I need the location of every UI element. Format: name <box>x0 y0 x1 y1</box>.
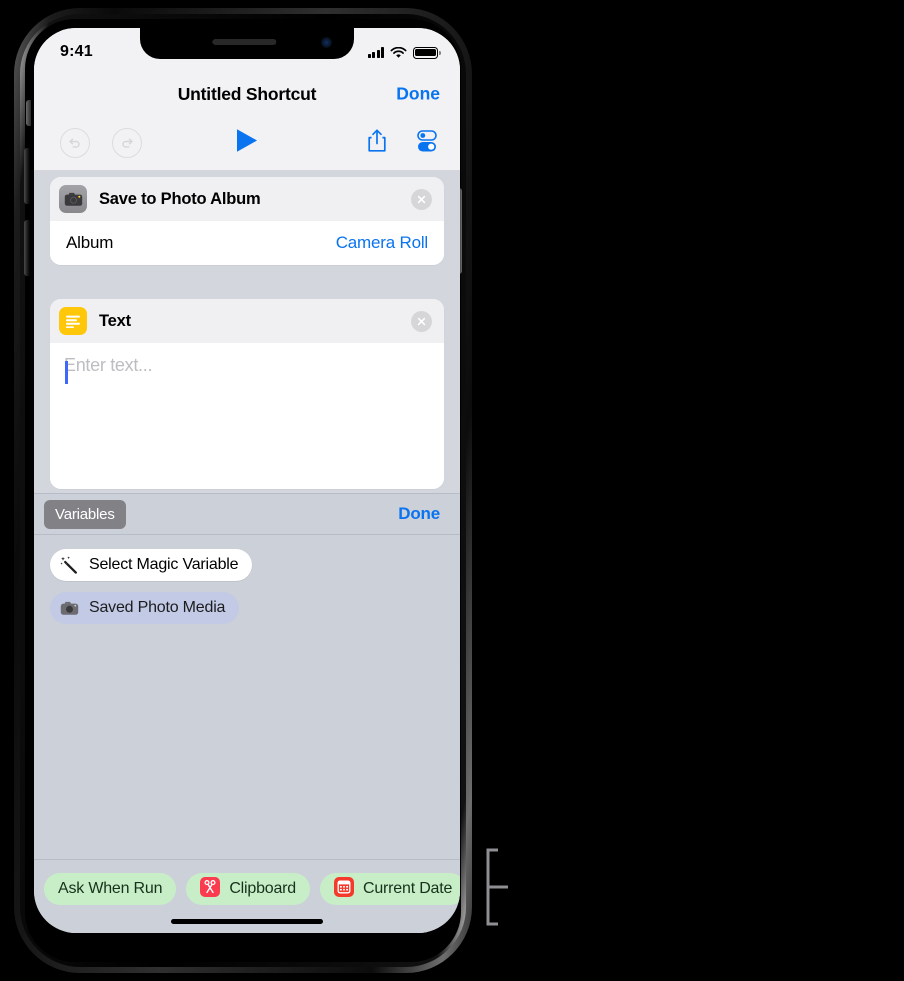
action-title: Save to Photo Album <box>99 189 261 208</box>
action-card-text[interactable]: Text Enter text... <box>50 299 444 489</box>
status-indicators <box>367 42 441 59</box>
undo-arrow-icon <box>69 138 80 148</box>
shortcut-settings-button[interactable] <box>414 129 440 158</box>
action-card-header[interactable]: Save to Photo Album <box>50 177 444 221</box>
signal-bars-icon <box>367 47 384 58</box>
variables-panel: Variables Done Select Magic Variable Sav… <box>34 493 460 933</box>
variables-done-button[interactable]: Done <box>398 504 440 524</box>
share-button[interactable] <box>366 128 388 159</box>
chip-label: Current Date <box>363 880 453 897</box>
scissors-icon <box>200 876 221 902</box>
device-notch <box>140 28 354 59</box>
action-title: Text <box>99 311 131 330</box>
status-time: 9:41 <box>60 43 93 60</box>
redo-button[interactable] <box>112 128 142 158</box>
wifi-icon <box>390 46 407 58</box>
chip-ask-when-run[interactable]: Ask When Run <box>44 873 177 905</box>
chip-label: Clipboard <box>229 880 296 897</box>
front-camera-icon <box>321 37 332 48</box>
parameter-label: Album <box>66 233 114 252</box>
silent-switch[interactable] <box>26 100 31 126</box>
close-circle-icon[interactable] <box>411 188 432 210</box>
text-placeholder: Enter text... <box>64 355 153 375</box>
share-up-arrow-icon <box>368 128 386 152</box>
variable-saved-photo-media[interactable]: Saved Photo Media <box>50 592 240 624</box>
navigation-bar: Untitled Shortcut Done <box>34 72 460 116</box>
battery-full-icon <box>413 46 441 59</box>
chip-clipboard[interactable]: Clipboard <box>186 873 310 905</box>
select-magic-variable-button[interactable]: Select Magic Variable <box>50 549 253 581</box>
parameter-value[interactable]: Camera Roll <box>336 233 428 253</box>
text-lines-icon <box>59 307 87 335</box>
variables-panel-header: Variables Done <box>34 493 460 535</box>
callout-bracket <box>486 848 508 926</box>
chip-label: Ask When Run <box>58 880 163 897</box>
variable-label: Saved Photo Media <box>89 599 226 616</box>
camera-icon <box>60 599 80 617</box>
text-cursor <box>65 361 68 384</box>
editor-toolbar <box>34 116 460 171</box>
variables-tab-button[interactable]: Variables <box>44 499 126 529</box>
page-title: Untitled Shortcut <box>177 83 317 104</box>
done-button[interactable]: Done <box>396 84 440 105</box>
undo-button[interactable] <box>60 128 90 158</box>
volume-up-button[interactable] <box>24 148 30 204</box>
earpiece-speaker-icon <box>212 39 277 45</box>
action-card-save-to-photo-album[interactable]: Save to Photo Album Album Camera Roll <box>50 177 444 265</box>
action-card-header[interactable]: Text <box>50 299 444 343</box>
text-input-area[interactable]: Enter text... <box>50 343 444 489</box>
chip-current-date[interactable]: Current Date <box>320 873 460 905</box>
toggle-switches-icon <box>417 129 437 151</box>
close-circle-icon[interactable] <box>411 310 432 332</box>
phone-screen: 9:41 Untitled Shortcut Done Save to Phot… <box>34 28 460 933</box>
volume-down-button[interactable] <box>24 220 30 276</box>
iphone-device-frame: 9:41 Untitled Shortcut Done Save to Phot… <box>14 8 472 973</box>
calendar-icon <box>334 876 354 902</box>
run-shortcut-button[interactable] <box>234 127 260 159</box>
camera-icon <box>59 185 87 213</box>
play-triangle-icon <box>237 129 257 152</box>
magic-variable-label: Select Magic Variable <box>89 556 239 573</box>
redo-arrow-icon <box>122 138 133 148</box>
action-list[interactable]: Save to Photo Album Album Camera Roll Te… <box>34 177 460 489</box>
parameter-row-album[interactable]: Album Camera Roll <box>50 221 444 265</box>
magic-wand-icon <box>60 556 77 574</box>
home-indicator[interactable] <box>171 919 323 924</box>
